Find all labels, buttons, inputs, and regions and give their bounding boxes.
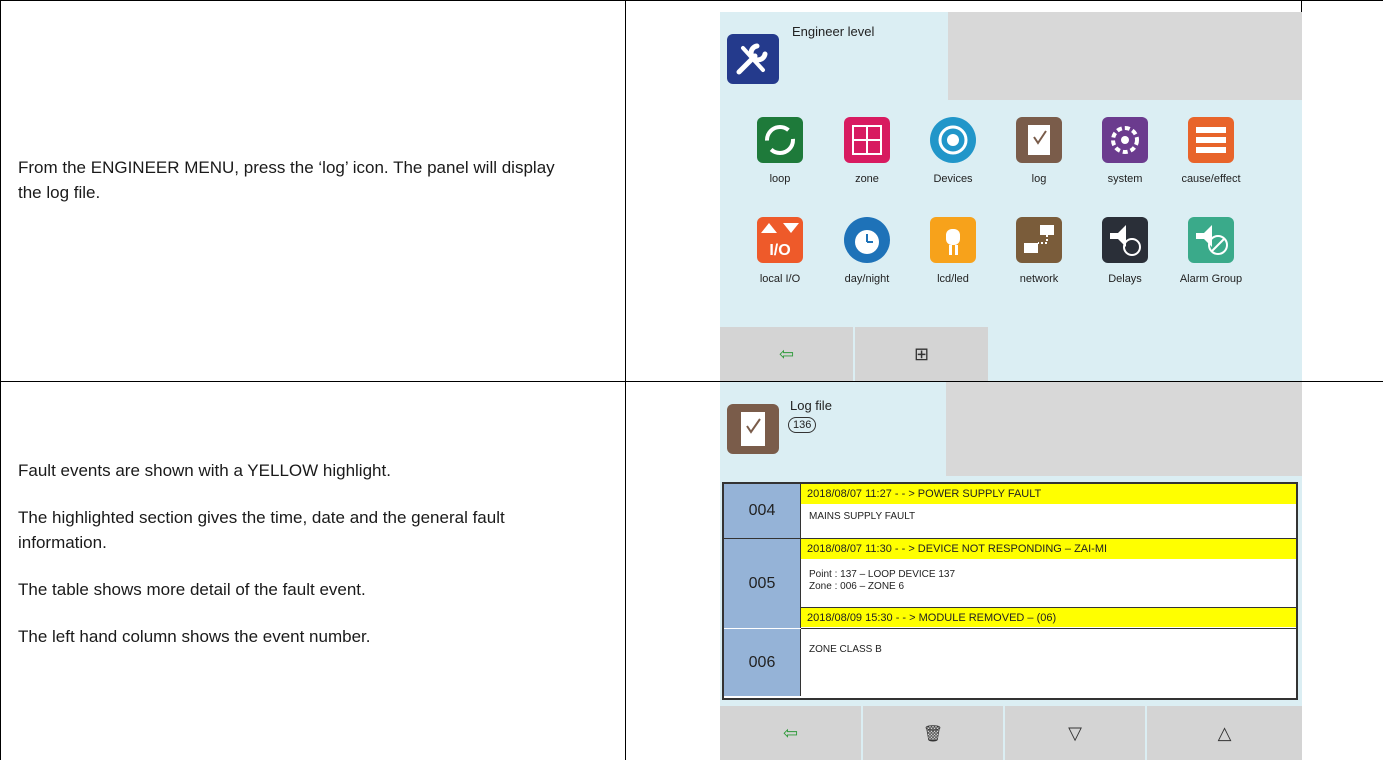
event-detail-line: Point : 137 – LOOP DEVICE 137 xyxy=(809,569,956,580)
cause-effect-icon xyxy=(1188,117,1234,163)
loop-icon xyxy=(757,117,803,163)
exit-icon: ⇦ xyxy=(782,722,799,744)
system-icon xyxy=(1102,117,1148,163)
log-icon xyxy=(727,404,779,454)
engineer-level-screen: Engineer level loop zone Devices log sys… xyxy=(720,12,1302,381)
local-io-icon: I/O xyxy=(757,217,803,263)
trash-icon: 🗑 xyxy=(922,723,944,743)
header-info-box xyxy=(948,12,1302,100)
scroll-down-button[interactable]: ▽ xyxy=(1005,706,1145,760)
event-number: 006 xyxy=(724,629,801,696)
event-header: 2018/08/07 11:30 - - > DEVICE NOT RESPON… xyxy=(801,539,1296,559)
local-io-label: local I/O xyxy=(759,273,801,285)
event-detail: ZONE CLASS B xyxy=(801,644,1296,656)
instruction-text: Fault events are shown with a YELLOW hig… xyxy=(18,461,391,480)
loop-label: loop xyxy=(769,173,791,185)
table-border-top xyxy=(0,0,1383,1)
row-separator xyxy=(801,628,1296,629)
scroll-up-button[interactable]: △ xyxy=(1147,706,1302,760)
page-title: Log file xyxy=(790,398,832,413)
event-detail-line: Zone : 006 – ZONE 6 xyxy=(809,581,905,592)
devices-icon xyxy=(930,117,976,163)
event-detail: MAINS SUPPLY FAULT xyxy=(801,511,1296,523)
devices-menu-button[interactable]: Devices xyxy=(908,117,998,185)
system-menu-button[interactable]: system xyxy=(1080,117,1170,185)
row1-instructions: From the ENGINEER MENU, press the ‘log’ … xyxy=(18,155,578,205)
alarm-group-label: Alarm Group xyxy=(1179,273,1243,285)
log-count-badge: 136 xyxy=(788,417,817,433)
table-column-divider xyxy=(625,0,626,760)
cause-effect-label: cause/effect xyxy=(1181,173,1241,185)
log-label: log xyxy=(1031,173,1047,185)
event-header: 2018/08/09 15:30 - - > MODULE REMOVED – … xyxy=(801,607,1296,627)
header-info-box xyxy=(946,382,1302,476)
scroll-down-icon: ▽ xyxy=(1068,722,1082,744)
network-label: network xyxy=(1019,273,1059,285)
lcd-led-menu-button[interactable]: lcd/led xyxy=(908,217,998,285)
alarm-group-menu-button[interactable]: Alarm Group xyxy=(1166,217,1256,285)
instruction-text: The table shows more detail of the fault… xyxy=(18,580,366,599)
scroll-up-icon: △ xyxy=(1217,722,1232,744)
log-menu-button[interactable]: log xyxy=(994,117,1084,185)
lcd-led-icon xyxy=(930,217,976,263)
local-io-menu-button[interactable]: I/O local I/O xyxy=(735,217,825,285)
zone-label: zone xyxy=(855,173,879,185)
exit-icon: ⇦ xyxy=(778,343,795,365)
delays-icon xyxy=(1102,217,1148,263)
instruction-text: The left hand column shows the event num… xyxy=(18,627,371,646)
engineer-tools-icon xyxy=(727,34,779,84)
zone-menu-button[interactable]: zone xyxy=(822,117,912,185)
svg-text:I/O: I/O xyxy=(769,242,790,259)
event-detail-line: MAINS SUPPLY FAULT xyxy=(809,511,916,522)
log-event-table[interactable]: 004 2018/08/07 11:27 - - > POWER SUPPLY … xyxy=(722,482,1298,700)
delete-button[interactable]: 🗑 xyxy=(863,706,1003,760)
day-night-icon xyxy=(844,217,890,263)
loop-menu-button[interactable]: loop xyxy=(735,117,825,185)
delays-menu-button[interactable]: Delays xyxy=(1080,217,1170,285)
event-detail-line: ZONE CLASS B xyxy=(809,644,882,655)
add-folder-button[interactable]: ⊞ xyxy=(855,327,988,381)
day-night-menu-button[interactable]: day/night xyxy=(822,217,912,285)
delays-label: Delays xyxy=(1108,273,1142,285)
instruction-text: From the ENGINEER MENU, press the ‘log’ … xyxy=(18,158,555,202)
network-icon xyxy=(1016,217,1062,263)
event-number: 004 xyxy=(724,484,801,538)
network-menu-button[interactable]: network xyxy=(994,217,1084,285)
day-night-label: day/night xyxy=(844,273,890,285)
instruction-text: The highlighted section gives the time, … xyxy=(18,508,505,552)
exit-button[interactable]: ⇦ xyxy=(720,706,861,760)
zone-icon xyxy=(844,117,890,163)
event-header: 2018/08/07 11:27 - - > POWER SUPPLY FAUL… xyxy=(801,484,1296,504)
event-detail: Point : 137 – LOOP DEVICE 137 Zone : 006… xyxy=(801,569,1296,593)
table-border-left xyxy=(0,0,1,760)
row2-instructions: Fault events are shown with a YELLOW hig… xyxy=(18,458,578,649)
page-title: Engineer level xyxy=(792,24,875,39)
system-label: system xyxy=(1107,173,1143,185)
cause-effect-menu-button[interactable]: cause/effect xyxy=(1166,117,1256,185)
event-number: 005 xyxy=(724,539,801,628)
lcd-led-label: lcd/led xyxy=(937,273,969,285)
devices-label: Devices xyxy=(933,173,973,185)
log-icon xyxy=(1016,117,1062,163)
alarm-group-icon xyxy=(1188,217,1234,263)
add-folder-icon: ⊞ xyxy=(913,343,930,365)
exit-button[interactable]: ⇦ xyxy=(720,327,853,381)
log-file-screen: Log file 136 004 2018/08/07 11:27 - - > … xyxy=(720,382,1302,760)
